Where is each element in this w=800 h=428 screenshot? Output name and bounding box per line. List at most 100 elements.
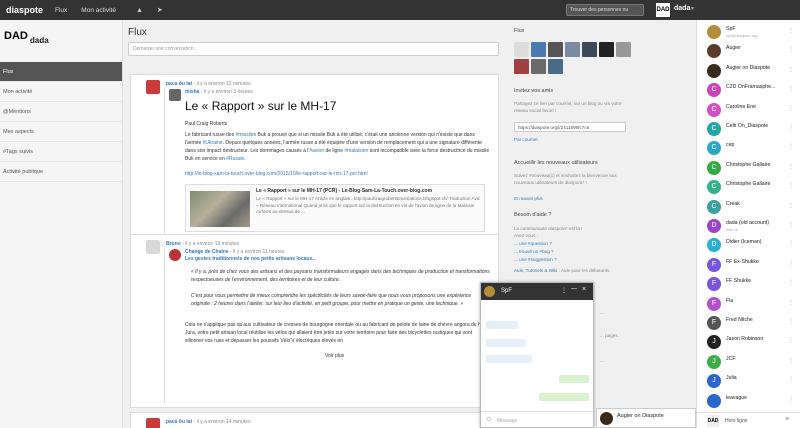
help-question-link[interactable]: ... une #question ?	[514, 241, 552, 246]
chat-contact[interactable]: F FF Ex-Shukke ⋮	[697, 257, 800, 274]
notifications-icon[interactable]: ▲	[136, 7, 143, 14]
menu-icon[interactable]: ⋮	[788, 143, 794, 150]
chat-contact[interactable]: C Caroline Ene ⋮	[697, 102, 800, 119]
tag-link[interactable]: #Russie	[226, 156, 244, 162]
menu-icon[interactable]: ⋮	[788, 337, 794, 344]
avatar[interactable]: DAD	[707, 415, 719, 427]
contact-thumbnail[interactable]	[548, 59, 563, 74]
chat-tab[interactable]: Augier on Diaspote	[596, 408, 696, 428]
avatar[interactable]	[146, 240, 160, 254]
chat-contact[interactable]: Ccep ⋮	[697, 140, 800, 157]
chat-contact[interactable]: F Fred Nitche ⋮	[697, 315, 800, 332]
tag-link[interactable]: #missiles	[236, 132, 257, 138]
chat-contact[interactable]: C Celti On_Diaspote ⋮	[697, 121, 800, 138]
reshare-time[interactable]: - il y a environ 11 heures	[230, 249, 284, 255]
chat-contact[interactable]: D Didier (Iceman) ⋮	[697, 237, 800, 254]
menu-icon[interactable]: ⋮	[788, 85, 794, 92]
menu-icon[interactable]: ⋮	[788, 240, 794, 247]
user-avatar[interactable]: DAD	[656, 3, 670, 17]
chat-contact[interactable]: Ddada (old account) test ok ⋮	[697, 218, 800, 235]
contact-thumbnail[interactable]	[531, 59, 546, 74]
avatar[interactable]	[169, 89, 181, 101]
menu-icon[interactable]: ⋮	[788, 376, 794, 383]
search-input[interactable]: Trouver des personnes ou	[566, 4, 644, 16]
post-title[interactable]: Les gestes traditionnels de nos petits a…	[185, 256, 316, 262]
contact-thumbnail[interactable]	[531, 42, 546, 57]
tag-link[interactable]: #avion	[309, 148, 324, 154]
chat-contact[interactable]: C C2D OnFramasphe... ⋮	[697, 82, 800, 99]
emoji-icon[interactable]: ☺	[485, 416, 492, 423]
chat-contact[interactable]: C Christophe Gallaire ⋮	[697, 179, 800, 196]
post-time[interactable]: - il y a environ 12 minutes	[194, 81, 251, 87]
menu-icon[interactable]: ⋮	[788, 357, 794, 364]
chevron-down-icon[interactable]: ▼	[690, 6, 695, 12]
tag-link[interactable]: #malaisien	[344, 148, 368, 154]
minimize-icon[interactable]: —	[571, 286, 577, 292]
invite-url-field[interactable]: https://diaspote.org/i/2411896fc7c6	[514, 122, 626, 132]
profile-name[interactable]: dada	[30, 36, 49, 45]
menu-icon[interactable]: ⋮	[788, 202, 794, 209]
tag-link[interactable]: #Ukraine	[203, 140, 223, 146]
chat-contact[interactable]: F FF Shukke ⋮	[697, 276, 800, 293]
help-wiki-link[interactable]: Aide, Tutoriels & Wiki	[514, 268, 557, 273]
chat-contact[interactable]: J JCF ⋮	[697, 354, 800, 371]
menu-icon[interactable]: ⋮	[788, 46, 794, 53]
chat-contact[interactable]: J Jason Robinson ⋮	[697, 334, 800, 351]
post-author[interactable]: paca ôu lat	[166, 419, 192, 425]
sidebar-item-public[interactable]: Activité publique	[0, 162, 122, 182]
presence-status[interactable]: Hors ligne	[725, 418, 748, 424]
avatar[interactable]	[146, 418, 160, 428]
link-preview-image[interactable]	[190, 191, 250, 227]
chat-header[interactable]: SpF ⋮ — ×	[481, 283, 593, 300]
menu-icon[interactable]: ⋮	[788, 318, 794, 325]
post-author[interactable]: Bruno	[166, 241, 181, 247]
contact-thumbnail[interactable]	[565, 42, 580, 57]
post-author[interactable]: paca ôu lat	[166, 81, 192, 87]
contact-thumbnail[interactable]	[514, 59, 529, 74]
sidebar-item-aspects[interactable]: Mes aspects	[0, 122, 122, 142]
close-icon[interactable]: ×	[582, 286, 586, 293]
menu-icon[interactable]: ⋮	[788, 279, 794, 286]
contact-thumbnail[interactable]	[548, 42, 563, 57]
profile-avatar[interactable]: DAD	[4, 30, 28, 50]
messages-icon[interactable]: ➤	[157, 6, 163, 14]
menu-icon[interactable]: ⋮	[788, 260, 794, 267]
link-preview-title[interactable]: Le « Rapport » sur le MH-17 (PCR) - Le-B…	[256, 188, 482, 194]
menu-icon[interactable]: ⋮	[788, 221, 794, 228]
menu-icon[interactable]: ⋮	[788, 163, 794, 170]
chat-contact[interactable]: leavague ⋮	[697, 393, 800, 410]
menu-icon[interactable]: ⋮	[788, 182, 794, 189]
nav-my-activity[interactable]: Mon activité	[81, 7, 116, 14]
post-time[interactable]: - il y a environ 13 minutes	[182, 241, 239, 247]
help-bug-link[interactable]: ... trouvé un #bug ?	[514, 249, 554, 254]
read-more-link[interactable]: Voir plus	[325, 353, 344, 359]
contact-thumbnail[interactable]	[616, 42, 631, 57]
brand-logo[interactable]: diaspote	[6, 5, 43, 15]
sidebar-item-activity[interactable]: Mon activité	[0, 82, 122, 102]
chat-contact[interactable]: Augier on Diaspote ⋮	[697, 63, 800, 80]
reshare-author[interactable]: Change de Chaîne	[185, 249, 229, 255]
invite-email-link[interactable]: Par courriel	[514, 137, 538, 142]
contact-thumbnail[interactable]	[514, 42, 529, 57]
welcome-more-link[interactable]: En savoir plus	[514, 196, 543, 201]
menu-icon[interactable]: ⋮	[788, 396, 794, 403]
reshare-time[interactable]: - il y a environ 3 heures	[201, 89, 253, 95]
chat-contact[interactable]: C Christophe Gallaire ⋮	[697, 160, 800, 177]
compose-input[interactable]: Démarrer une conversation...	[128, 42, 499, 56]
contact-thumbnail[interactable]	[582, 42, 597, 57]
menu-icon[interactable]: ≡	[785, 416, 789, 423]
post-url[interactable]: http://le-blog-sam-la-touch.over-blog.co…	[185, 170, 490, 178]
sidebar-item-mentions[interactable]: @Mentions	[0, 102, 122, 122]
post-time[interactable]: - il y a environ 14 minutes	[194, 419, 251, 425]
user-menu[interactable]: dada	[674, 5, 690, 12]
chat-contact[interactable]: C Creak ⋮	[697, 199, 800, 216]
menu-icon[interactable]: ⋮	[561, 287, 567, 294]
nav-flux[interactable]: Flux	[55, 7, 67, 14]
contact-thumbnail[interactable]	[599, 42, 614, 57]
menu-icon[interactable]: ⋮	[788, 105, 794, 112]
sidebar-item-tags[interactable]: #Tags suivis	[0, 142, 122, 162]
menu-icon[interactable]: ⋮	[788, 124, 794, 131]
chat-message-input[interactable]: Message	[497, 418, 517, 424]
menu-icon[interactable]: ⋮	[788, 66, 794, 73]
reshare-author[interactable]: misha	[185, 89, 199, 95]
